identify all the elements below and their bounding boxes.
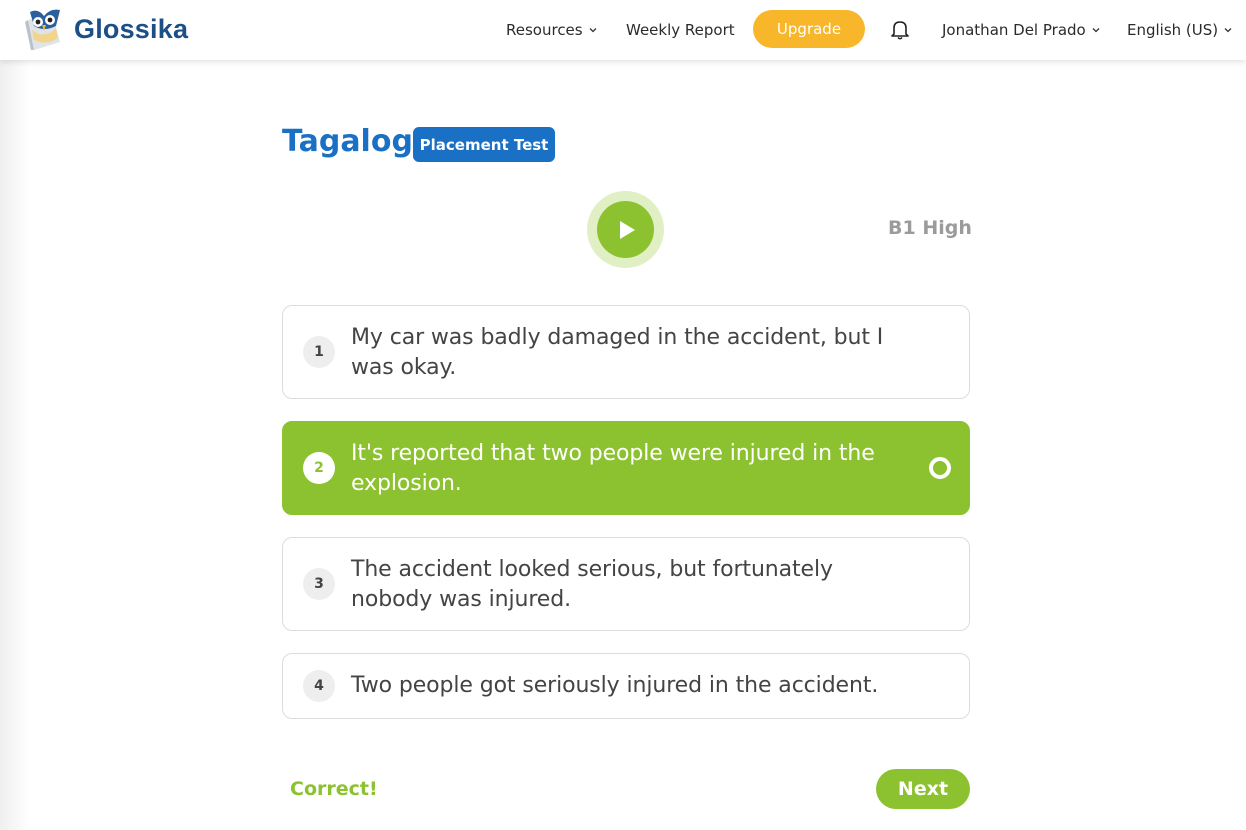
placement-test-badge: Placement Test <box>413 127 555 162</box>
next-button[interactable]: Next <box>876 769 970 809</box>
chevron-down-icon <box>1224 28 1232 33</box>
option-text: Two people got seriously injured in the … <box>351 673 879 698</box>
bell-icon[interactable] <box>888 17 912 41</box>
owl-logo-icon <box>25 9 60 50</box>
user-menu[interactable]: Jonathan Del Prado <box>942 0 1100 60</box>
feedback-message: Correct! <box>290 778 378 800</box>
chevron-down-icon <box>589 28 597 33</box>
upgrade-button[interactable]: Upgrade <box>753 10 865 48</box>
brand-name: Glossika <box>74 13 189 44</box>
option-number: 1 <box>303 336 335 368</box>
page: Glossika Resources Weekly Report Upgrade… <box>0 0 1246 830</box>
nav-weekly-report-label: Weekly Report <box>626 21 735 39</box>
option-text: It's reported that two people were injur… <box>351 441 875 496</box>
radio-circle-icon <box>929 457 951 479</box>
option-text: My car was badly damaged in the accident… <box>351 325 884 380</box>
level-label: B1 High <box>888 217 972 239</box>
option-number: 3 <box>303 568 335 600</box>
play-icon <box>619 220 635 239</box>
language-menu[interactable]: English (US) <box>1127 0 1232 60</box>
answer-option-1[interactable]: 1 My car was badly damaged in the accide… <box>282 305 970 399</box>
top-navbar: Glossika Resources Weekly Report Upgrade… <box>0 0 1246 60</box>
nav-resources[interactable]: Resources <box>506 0 597 60</box>
user-name: Jonathan Del Prado <box>942 21 1086 39</box>
option-number: 2 <box>303 452 335 484</box>
nav-resources-label: Resources <box>506 21 583 39</box>
glossika-logo[interactable]: Glossika <box>22 6 188 52</box>
language-label: English (US) <box>1127 21 1219 39</box>
chevron-down-icon <box>1092 28 1100 33</box>
answer-option-2[interactable]: 2 It's reported that two people were inj… <box>282 421 970 515</box>
answer-option-4[interactable]: 4 Two people got seriously injured in th… <box>282 653 970 719</box>
answer-option-3[interactable]: 3 The accident looked serious, but fortu… <box>282 537 970 631</box>
option-text: The accident looked serious, but fortuna… <box>351 557 833 612</box>
option-number: 4 <box>303 670 335 702</box>
play-audio-button[interactable] <box>587 191 664 268</box>
left-edge-shade <box>0 60 30 830</box>
nav-weekly-report[interactable]: Weekly Report <box>626 0 735 60</box>
language-title: Tagalog <box>282 124 413 159</box>
